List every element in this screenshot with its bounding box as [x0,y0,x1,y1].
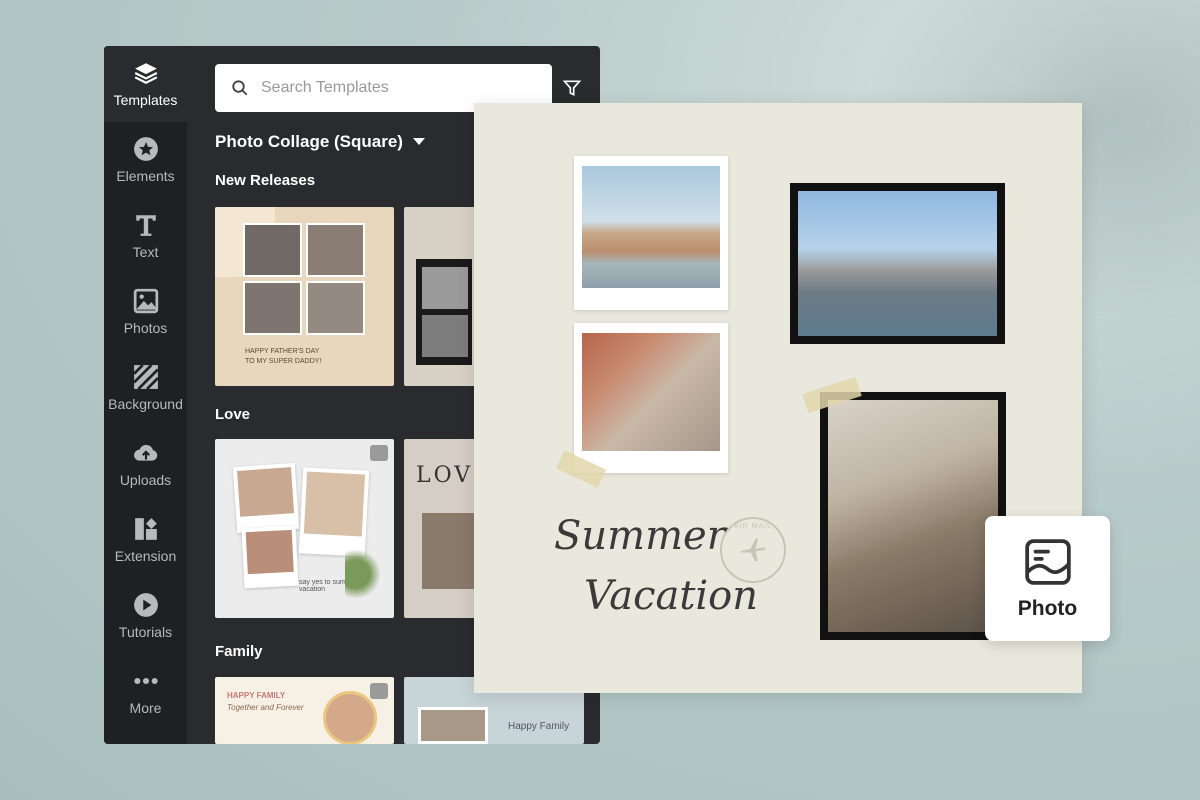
sidebar-item-label: Text [132,244,159,260]
photo-frame-parliament[interactable] [574,156,728,310]
section-title-love: Love [215,406,251,423]
photo-parliament [582,166,720,288]
template-thumbnail-partial-2[interactable]: LOVE [404,439,476,618]
palm-leaf [345,549,381,599]
template-thumbnail-love[interactable]: say yes to summer vacation [215,439,394,618]
more-icon [133,677,158,685]
play-icon [133,593,158,617]
cloud-upload-icon [133,444,157,461]
category-dropdown[interactable]: Photo Collage (Square) [215,132,425,152]
extension-icon [134,518,157,540]
sidebar-item-label: Photos [123,320,168,336]
sidebar-item-elements[interactable]: Elements [104,122,187,198]
canvas-title-line1[interactable]: Summer [554,513,726,559]
air-mail-stamp: AIR MAIL [720,517,786,583]
photo-city [798,191,997,336]
sidebar-item-tutorials[interactable]: Tutorials [104,578,187,654]
sidebar-item-label: Tutorials [118,624,173,640]
photo-couple [582,333,720,451]
filter-icon[interactable] [562,78,582,98]
category-title: Photo Collage (Square) [215,132,403,151]
caret-down-icon [412,138,425,145]
search-icon [232,80,248,96]
photo-portrait [828,400,998,632]
photo-badge[interactable]: Photo [985,516,1110,641]
section-title-new-releases: New Releases [215,172,316,189]
sidebar-item-more[interactable]: More [104,654,187,730]
thumb-caption: HAPPY FATHER'S DAY TO MY SUPER DADDY! [245,348,322,365]
search-input[interactable] [261,79,521,97]
layers-icon [134,63,157,84]
sidebar-item-templates[interactable]: Templates [104,46,187,122]
airplane-icon [740,538,766,562]
photo-frame-city[interactable] [790,183,1005,344]
star-icon [133,137,158,161]
favorite-icon[interactable] [370,683,388,699]
sidebar-item-label: Uploads [119,472,172,488]
template-thumbnail-fathers-day[interactable]: HAPPY FATHER'S DAY TO MY SUPER DADDY! [215,207,394,386]
sidebar-item-uploads[interactable]: Uploads [104,426,187,502]
sidebar-item-label: Elements [116,168,175,184]
sidebar-item-photos[interactable]: Photos [104,274,187,350]
photo-frame-portrait[interactable] [820,392,1006,640]
sidebar-item-extension[interactable]: Extension [104,502,187,578]
section-title-family: Family [215,643,263,660]
sidebar-rail: Templates Elements Text Photos Backgroun… [104,46,187,744]
stripes-icon [132,364,159,390]
favorite-icon[interactable] [370,445,388,461]
template-thumbnail-partial-1[interactable] [404,207,476,386]
photo-badge-label: Photo [1017,596,1078,620]
sidebar-item-background[interactable]: Background [104,350,187,426]
photo-frame-icon [1024,538,1071,585]
text-icon [135,215,156,236]
photo-grid [243,223,365,335]
image-icon [133,288,158,314]
sidebar-item-text[interactable]: Text [104,198,187,274]
sidebar-item-label: Extension [114,548,177,564]
sidebar-item-label: More [129,700,162,716]
sidebar-item-label: Background [108,396,183,412]
canvas-title-line2[interactable]: Vacation [584,573,758,619]
template-thumbnail-happy-family[interactable]: HAPPY FAMILY Together and Forever [215,677,394,744]
sidebar-item-label: Templates [113,92,178,108]
photo-frame-couple[interactable] [574,323,728,473]
